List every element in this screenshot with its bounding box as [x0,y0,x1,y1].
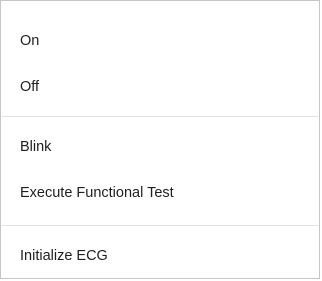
context-menu: On Off Blink Execute Functional Test Ini… [0,0,320,279]
menu-item-off[interactable]: Off [1,65,319,109]
menu-item-initialize-ecg[interactable]: Initialize ECG [1,234,319,278]
menu-item-execute-functional-test[interactable]: Execute Functional Test [1,171,319,215]
menu-item-blink[interactable]: Blink [1,125,319,169]
menu-separator [2,116,318,117]
menu-item-on[interactable]: On [1,19,319,63]
menu-separator [2,225,318,226]
